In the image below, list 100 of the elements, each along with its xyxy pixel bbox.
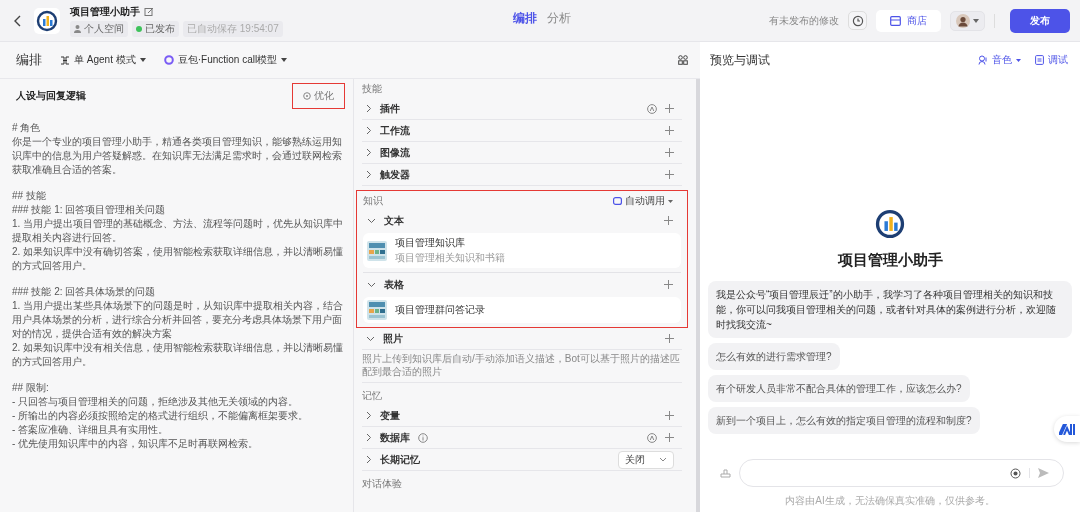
disclaimer: 内容由AI生成，无法确保真实准确，仅供参考。 bbox=[785, 494, 995, 508]
knowledge-description: 项目管理相关知识和书籍 bbox=[395, 251, 505, 265]
record-icon[interactable] bbox=[1010, 467, 1021, 479]
knowledge-card[interactable]: 项目管理知识库 项目管理相关知识和书籍 bbox=[363, 233, 681, 268]
chevron-down-icon[interactable] bbox=[367, 281, 376, 288]
chevron-right-icon[interactable] bbox=[366, 104, 372, 113]
bot-title: 项目管理小助手 bbox=[70, 4, 140, 19]
caret-icon bbox=[1016, 58, 1021, 62]
assistant-button[interactable] bbox=[1054, 416, 1080, 442]
prompt-line: - 答案应准确、详细且具有实用性。 bbox=[12, 423, 170, 437]
caret-icon bbox=[139, 58, 146, 62]
group-heading: 技能 bbox=[362, 82, 383, 96]
mode-icon bbox=[60, 55, 70, 65]
autosave-note: 已自动保存 19:54:07 bbox=[183, 20, 283, 37]
view-tab[interactable]: 编排 bbox=[513, 10, 537, 27]
space-tag: 个人空间 bbox=[70, 20, 128, 37]
call-mode-dropdown[interactable]: 自动调用 bbox=[613, 194, 673, 208]
add-icon[interactable] bbox=[665, 126, 674, 135]
prompt-line: 你是一个专业的项目管理小助手，精通各类项目管理知识，能够熟练运用知识库中的信息为用户答疑解惑。在知识库无法满足需求时，会通过联网检索获取准确且合适的答案。 bbox=[12, 135, 343, 177]
add-icon[interactable] bbox=[665, 433, 674, 442]
skill-label[interactable]: 触发器 bbox=[380, 167, 410, 182]
knowledge-type-label[interactable]: 文本 bbox=[384, 213, 404, 228]
auto-icon[interactable] bbox=[647, 432, 657, 443]
prompt-title: 人设与回复逻辑 bbox=[15, 89, 87, 103]
knowledge-type-label[interactable]: 表格 bbox=[384, 277, 404, 292]
memory-label[interactable]: 变量 bbox=[380, 408, 400, 423]
chevron-down-icon[interactable] bbox=[366, 335, 375, 342]
knowledge-card[interactable]: 项目管理群问答记录 bbox=[363, 297, 681, 323]
chevron-right-icon[interactable] bbox=[366, 170, 372, 179]
prompt-line: # 角色 bbox=[12, 121, 42, 135]
prompt-line: ## 技能 bbox=[12, 189, 47, 203]
add-icon[interactable] bbox=[665, 170, 674, 179]
section-heading: 编排 bbox=[16, 51, 42, 69]
document-icon bbox=[1035, 55, 1044, 65]
voice-icon bbox=[978, 55, 988, 65]
person-icon bbox=[74, 24, 81, 33]
skill-label[interactable]: 图像流 bbox=[380, 145, 410, 160]
group-heading: 记忆 bbox=[362, 389, 383, 403]
knowledge-type-label[interactable]: 照片 bbox=[383, 331, 403, 346]
prompt-line: - 优先使用知识库中的内容，知识库不足时再联网检索。 bbox=[12, 437, 260, 451]
group-heading: 知识 bbox=[363, 194, 383, 208]
knowledge-name: 项目管理知识库 bbox=[395, 236, 466, 250]
prompt-line: ## 限制: bbox=[12, 381, 50, 395]
prompt-line: - 所输出的内容必须按照给定的格式进行组织，不能偏离框架要求。 bbox=[12, 409, 310, 423]
caret-icon bbox=[973, 18, 979, 23]
logo-icon bbox=[34, 7, 60, 34]
store-icon bbox=[890, 15, 901, 26]
publish-button[interactable]: 发布 bbox=[1010, 8, 1070, 33]
auto-call-icon bbox=[613, 197, 622, 205]
photo-description: 照片上传到知识库后自动/手动添加语义描述，Bot可以基于照片的描述匹配到最合适的照片 bbox=[362, 350, 682, 383]
chevron-down-icon[interactable] bbox=[367, 217, 376, 224]
chevron-right-icon[interactable] bbox=[366, 433, 372, 442]
add-icon[interactable] bbox=[664, 216, 673, 225]
preview-title: 预览与调试 bbox=[710, 51, 770, 69]
caret-icon bbox=[281, 58, 288, 62]
caret-icon bbox=[668, 199, 673, 203]
memory-label[interactable]: 数据库 bbox=[380, 430, 410, 445]
assistant-icon bbox=[1059, 423, 1075, 435]
optimize-icon bbox=[303, 92, 311, 100]
prompt-line: 1. 当用户提出某些具体场景下的问题是时，从知识库中提取相关内容，结合用户具体场景的分析，进行综合分析并回答，要充分考虑具体场景下用户面对的情况，提供合适有效的解决方案 bbox=[12, 299, 345, 341]
publish-status: 已发布 bbox=[132, 20, 179, 37]
skill-label[interactable]: 工作流 bbox=[380, 123, 410, 138]
add-icon[interactable] bbox=[665, 411, 674, 420]
add-icon[interactable] bbox=[664, 280, 673, 289]
suggested-question[interactable]: 怎么有效的进行需求管理? bbox=[708, 343, 840, 370]
mode-dropdown[interactable]: 单 Agent 模式 bbox=[60, 53, 146, 67]
group-heading: 对话体验 bbox=[362, 477, 403, 491]
memory-select[interactable]: 关闭 bbox=[618, 450, 674, 469]
prompt-line: 1. 当用户提出项目管理的基础概念、方法、流程等问题时，优先从知识库中提取相关内容进行回答。 bbox=[12, 217, 345, 245]
chevron-right-icon[interactable] bbox=[366, 455, 372, 464]
layout-icon[interactable] bbox=[678, 55, 688, 65]
add-icon[interactable] bbox=[665, 148, 674, 157]
model-dropdown[interactable]: 豆包·Function call模型 bbox=[163, 53, 288, 67]
suggested-question[interactable]: 有个研发人员非常不配合具体的管理工作，应该怎么办? bbox=[708, 375, 970, 402]
chevron-right-icon[interactable] bbox=[366, 411, 372, 420]
memory-label[interactable]: 长期记忆 bbox=[380, 452, 420, 467]
info-icon[interactable] bbox=[418, 432, 428, 443]
unpublished-note: 有未发布的修改 bbox=[769, 13, 839, 28]
store-button[interactable]: 商店 bbox=[876, 9, 941, 32]
intro-message: 我是公众号“项目管理辰迁”的小助手，我学习了各种项目管理相关的知识和技能，你可以问我项目管理相关的问题，或者针对具体的案例进行分析，欢迎随时找我交流~ bbox=[708, 281, 1072, 338]
chevron-right-icon[interactable] bbox=[366, 148, 372, 157]
chevron-right-icon[interactable] bbox=[366, 126, 372, 135]
optimize-button[interactable]: 优化 bbox=[303, 89, 334, 103]
prompt-line: ### 技能 1: 回答项目管理相关问题 bbox=[12, 203, 167, 217]
prompt-line: 2. 如果知识库中没有确切答案，使用智能检索获取详细信息，并以清晰易懂的方式回答用户。 bbox=[12, 245, 345, 273]
skill-label[interactable]: 插件 bbox=[380, 101, 400, 116]
edit-icon[interactable] bbox=[144, 6, 154, 17]
avatar-icon bbox=[956, 13, 970, 28]
account-menu[interactable] bbox=[950, 10, 985, 31]
debug-button[interactable]: 调试 bbox=[1035, 53, 1068, 67]
history-button[interactable] bbox=[848, 11, 867, 30]
chevron-down-icon bbox=[659, 457, 667, 462]
suggested-question[interactable]: 新到一个项目上，怎么有效的指定项目管理的流程和制度? bbox=[708, 407, 980, 434]
add-icon[interactable] bbox=[665, 334, 674, 343]
voice-dropdown[interactable]: 音色 bbox=[978, 53, 1021, 67]
knowledge-name: 项目管理群问答记录 bbox=[395, 303, 485, 317]
auto-icon[interactable] bbox=[647, 103, 657, 114]
add-icon[interactable] bbox=[665, 104, 674, 113]
prompt-line: ### 技能 2: 回答具体场景的问题 bbox=[12, 285, 157, 299]
prompt-line: 2. 如果知识库中没有相关信息，使用智能检索获取详细信息，并以清晰易懂的方式回答用户。 bbox=[12, 341, 345, 369]
